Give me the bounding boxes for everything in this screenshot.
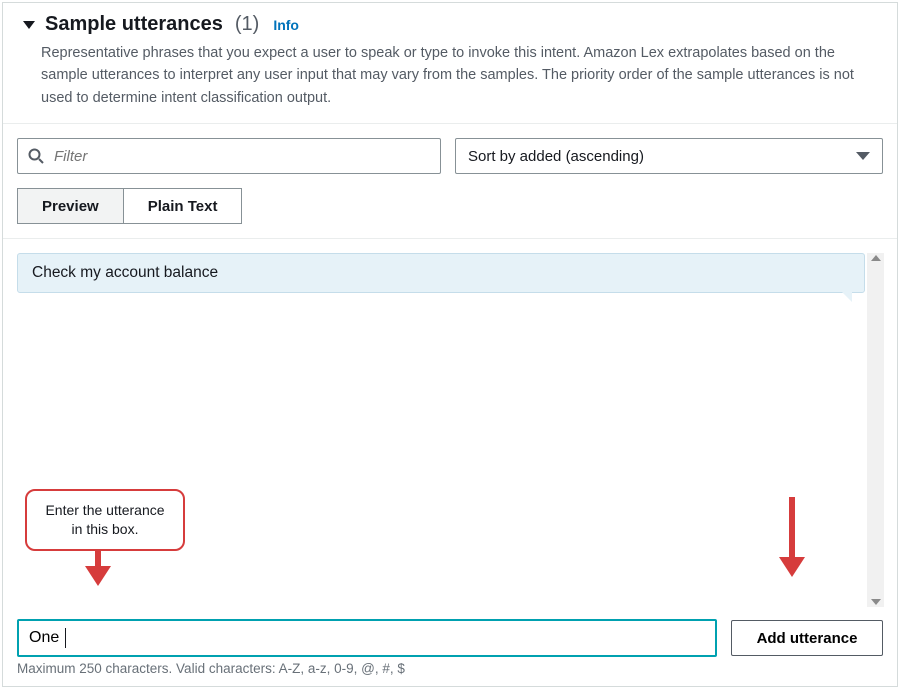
utterance-count: (1)	[235, 13, 259, 36]
filters-row: Sort by added (ascending)	[3, 124, 897, 184]
utterance-input-wrap	[17, 619, 717, 657]
annotation-arrow-right	[779, 497, 805, 577]
section-title: Sample utterances	[45, 13, 223, 36]
scroll-up-icon[interactable]	[871, 255, 881, 261]
filter-input[interactable]	[52, 147, 430, 166]
scrollbar[interactable]	[867, 253, 884, 607]
tab-plain-text[interactable]: Plain Text	[124, 188, 243, 224]
utterance-input[interactable]	[17, 619, 717, 657]
info-link[interactable]: Info	[273, 17, 299, 33]
sample-utterances-panel: Sample utterances (1) Info Representativ…	[2, 2, 898, 687]
collapse-caret-icon[interactable]	[23, 21, 35, 29]
tab-preview[interactable]: Preview	[17, 188, 124, 224]
add-utterance-row: Add utterance	[3, 613, 897, 657]
annotation-arrow-left	[85, 546, 111, 586]
view-mode-tabs: Preview Plain Text	[17, 188, 883, 224]
panel-header: Sample utterances (1) Info Representativ…	[3, 3, 897, 124]
input-helper-text: Maximum 250 characters. Valid characters…	[3, 657, 897, 686]
sort-label: Sort by added (ascending)	[468, 148, 644, 165]
utterance-bubble[interactable]: Check my account balance	[17, 253, 865, 293]
annotation-text: Enter the utterance in this box.	[45, 502, 164, 537]
scroll-down-icon[interactable]	[871, 599, 881, 605]
text-cursor-icon	[65, 628, 66, 648]
chevron-down-icon	[856, 152, 870, 160]
search-icon	[28, 148, 44, 164]
utterance-list-area: Check my account balance Enter the utter…	[3, 238, 897, 613]
utterance-scroll-region[interactable]: Check my account balance	[17, 253, 865, 607]
annotation-callout: Enter the utterance in this box.	[25, 489, 185, 551]
add-utterance-button[interactable]: Add utterance	[731, 620, 883, 656]
section-description: Representative phrases that you expect a…	[23, 42, 877, 109]
title-row: Sample utterances (1) Info	[23, 13, 877, 36]
sort-dropdown[interactable]: Sort by added (ascending)	[455, 138, 883, 174]
filter-field[interactable]	[17, 138, 441, 174]
